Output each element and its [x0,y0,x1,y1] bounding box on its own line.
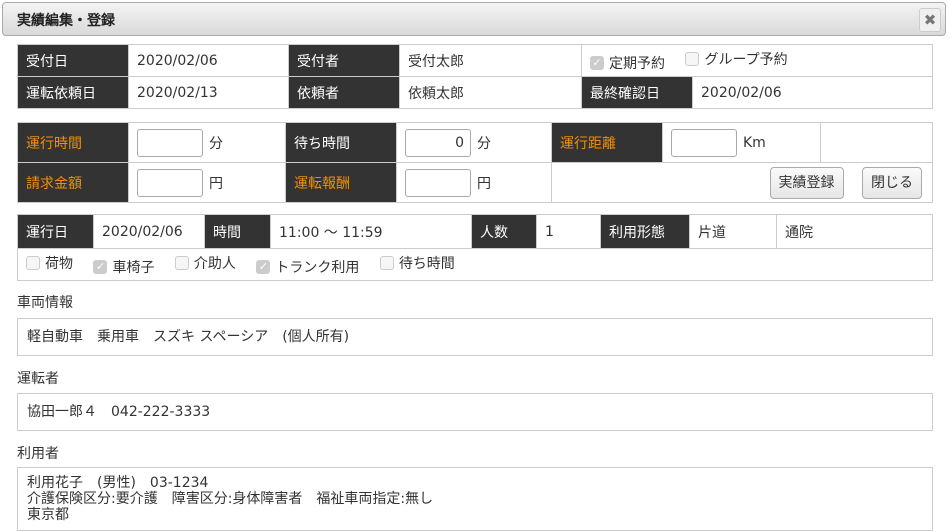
user-section-label: 利用者 [17,446,59,462]
purpose-value: 通院 [776,214,933,249]
action-buttons-cell: 実績登録 閉じる [551,162,933,203]
time-label: 時間 [204,214,271,249]
people-label: 人数 [471,214,537,249]
vehicle-section-label: 車両情報 [17,295,73,311]
distance-input[interactable] [671,128,737,157]
time-range-value: 11:00 ～ 11:59 [270,214,472,249]
wait-time-label: 待ち時間 [285,122,397,163]
requester-value: 依頼太郎 [399,76,582,109]
user-info-line: 介護保険区分:要介護 障害区分:身体障害者 福祉車両指定:無し [27,491,434,507]
people-value: 1 [536,214,601,249]
user-info-line: 利用花子 (男性) 03-1234 [27,475,209,491]
option-caregiver-checkbox[interactable]: 介助人 [174,253,236,273]
usage-type-label: 利用形態 [600,214,690,249]
driver-info-panel: 協田一郎４ 042-222-3333 [17,393,933,431]
reservation-type-cell: ✓ 定期予約 グループ予約 [581,44,933,77]
billing-unit: 円 [209,175,223,192]
option-label: 車椅子 [112,259,155,276]
regular-reservation-label: 定期予約 [609,55,665,72]
billing-label: 請求金額 [17,162,129,203]
run-date-value: 2020/02/06 [93,214,205,249]
option-luggage-checkbox[interactable]: 荷物 [26,253,73,273]
wait-time-input[interactable]: 0 [405,128,471,157]
user-info-panel: 利用花子 (男性) 03-1234 介護保険区分:要介護 障害区分:身体障害者 … [17,467,933,531]
option-wait-time-checkbox[interactable]: 待ち時間 [379,253,455,273]
run-time-input[interactable] [137,128,203,157]
billing-cell: 円 [128,162,286,203]
results-table: 運行時間 分 待ち時間 0分 運行距離 Km 請求金額 円 運転報酬 円 実績登… [17,122,933,203]
checkbox-unchecked-icon [379,255,394,270]
checkbox-checked-icon: ✓ [590,55,604,70]
last-confirm-value: 2020/02/06 [692,76,933,109]
run-time-unit: 分 [209,135,223,152]
reception-table: 受付日 2020/02/06 受付者 受付太郎 ✓ 定期予約 グループ予約 運転… [17,44,933,109]
distance-unit: Km [743,134,766,151]
wait-time-unit: 分 [477,135,491,152]
driver-fee-cell: 円 [396,162,552,203]
empty-cell [820,122,933,163]
trip-options-cell: 荷物 ✓ 車椅子 介助人 ✓ トランク利用 待ち時間 [17,248,933,281]
checkbox-unchecked-icon [174,255,189,270]
driver-fee-unit: 円 [477,175,491,192]
distance-label: 運行距離 [551,122,663,163]
request-date-value: 2020/02/13 [128,76,289,109]
billing-input[interactable] [137,168,203,197]
close-x-icon[interactable]: ✖ [919,8,941,32]
group-reservation-checkbox[interactable]: グループ予約 [685,49,788,69]
receptionist-value: 受付太郎 [399,44,582,77]
checkbox-unchecked-icon [685,51,700,66]
distance-cell: Km [662,122,821,163]
requester-label: 依頼者 [288,76,400,109]
last-confirm-label: 最終確認日 [581,76,693,109]
close-button[interactable]: 閉じる [862,166,922,199]
usage-type-value: 片道 [689,214,777,249]
dialog-titlebar[interactable]: 実績編集・登録 ✖ [2,2,946,36]
driver-fee-input[interactable] [405,168,471,197]
receptionist-label: 受付者 [288,44,400,77]
regular-reservation-checkbox[interactable]: ✓ 定期予約 [590,53,665,73]
trip-table: 運行日 2020/02/06 時間 11:00 ～ 11:59 人数 1 利用形… [17,214,933,281]
option-label: トランク利用 [275,259,360,276]
dialog-title: 実績編集・登録 [17,13,115,29]
checkbox-checked-icon: ✓ [256,259,271,274]
register-results-button[interactable]: 実績登録 [769,166,844,199]
checkbox-unchecked-icon [26,255,40,270]
driver-section-label: 運転者 [17,371,59,387]
vehicle-info-panel: 軽自動車 乗用車 スズキ スペーシア (個人所有) [17,318,933,356]
checkbox-checked-icon: ✓ [93,259,108,274]
reception-date-value: 2020/02/06 [128,44,289,77]
option-label: 介助人 [193,255,236,272]
run-time-label: 運行時間 [17,122,129,163]
driver-fee-label: 運転報酬 [285,162,397,203]
wait-time-cell: 0分 [396,122,552,163]
run-time-cell: 分 [128,122,286,163]
option-label: 待ち時間 [398,255,455,272]
option-label: 荷物 [45,255,73,272]
request-date-label: 運転依頼日 [17,76,129,109]
driver-info-text: 協田一郎４ 042-222-3333 [27,404,211,420]
option-trunk-checkbox[interactable]: ✓ トランク利用 [256,257,359,277]
option-wheelchair-checkbox[interactable]: ✓ 車椅子 [93,257,154,277]
vehicle-info-text: 軽自動車 乗用車 スズキ スペーシア (個人所有) [27,329,350,345]
group-reservation-label: グループ予約 [704,51,788,68]
reception-date-label: 受付日 [17,44,129,77]
run-date-label: 運行日 [17,214,94,249]
user-info-line: 東京都 [27,507,69,523]
